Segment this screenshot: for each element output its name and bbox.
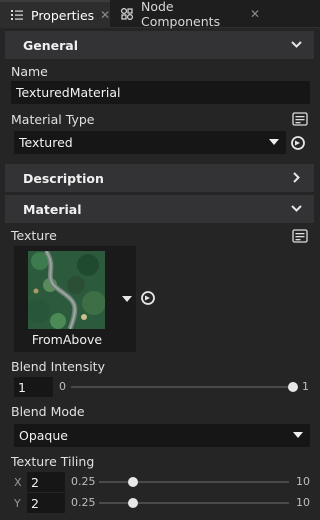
material-type-label: Material Type [11,112,95,127]
editor-icon[interactable] [291,227,309,245]
close-icon[interactable]: ✕ [100,8,110,22]
texture-dropdown-button[interactable] [121,290,133,308]
blend-intensity-slider[interactable] [71,386,293,388]
components-icon [120,7,134,21]
list-icon [10,8,24,22]
reset-icon[interactable] [139,289,157,307]
blend-intensity-max: 1 [302,380,309,393]
texture-tiling-label: Texture Tiling [11,454,95,469]
chevron-down-icon [291,41,302,48]
blend-intensity-label: Blend Intensity [11,359,105,374]
tiling-y-slider-thumb[interactable] [128,498,139,508]
tiling-x-max: 10 [296,475,310,488]
texture-label: Texture [11,228,57,243]
chevron-right-icon [293,172,300,183]
blend-mode-dropdown[interactable]: Opaque [14,424,310,447]
blend-mode-label: Blend Mode [11,404,85,419]
chevron-down-icon [269,139,279,145]
tiling-y-input[interactable]: 2 [27,493,65,513]
close-icon[interactable]: ✕ [250,7,260,21]
section-title: General [23,37,78,53]
blend-intensity-min: 0 [59,380,66,393]
tiling-y-axis-label: Y [14,497,21,510]
reset-icon[interactable] [289,134,307,152]
tiling-y-max: 10 [296,496,310,509]
texture-preview-image [28,251,105,329]
texture-thumbnail[interactable]: FromAbove [14,246,136,352]
blend-intensity-input[interactable]: 1 [14,377,53,397]
section-title: Material [23,201,82,217]
tab-bar: Properties ✕ Node Components ✕ [0,0,320,29]
editor-icon[interactable] [291,110,309,128]
tiling-x-input[interactable]: 2 [27,472,65,492]
name-label: Name [11,64,48,79]
blend-intensity-slider-thumb[interactable] [288,382,298,392]
blend-mode-value: Opaque [19,428,68,443]
tab-label: Node Components [141,0,221,29]
tiling-x-axis-label: X [14,476,22,489]
section-title: Description [23,170,104,186]
chevron-down-icon [291,205,302,212]
chevron-down-icon [293,432,303,438]
texture-name: FromAbove [31,332,103,347]
material-type-dropdown[interactable]: Textured [14,131,286,154]
section-material[interactable]: Material [5,195,314,223]
tab-properties[interactable]: Properties ✕ [0,0,110,28]
tab-label: Properties [31,7,95,23]
section-description[interactable]: Description [5,164,314,192]
section-general[interactable]: General [5,31,314,59]
material-type-value: Textured [19,135,73,150]
name-field[interactable]: TexturedMaterial [11,81,310,104]
tiling-x-slider-thumb[interactable] [128,477,139,487]
tiling-y-min: 0.25 [71,496,96,509]
chevron-down-icon [122,296,132,302]
tab-node-components[interactable]: Node Components ✕ [110,0,260,29]
tiling-x-min: 0.25 [71,475,96,488]
